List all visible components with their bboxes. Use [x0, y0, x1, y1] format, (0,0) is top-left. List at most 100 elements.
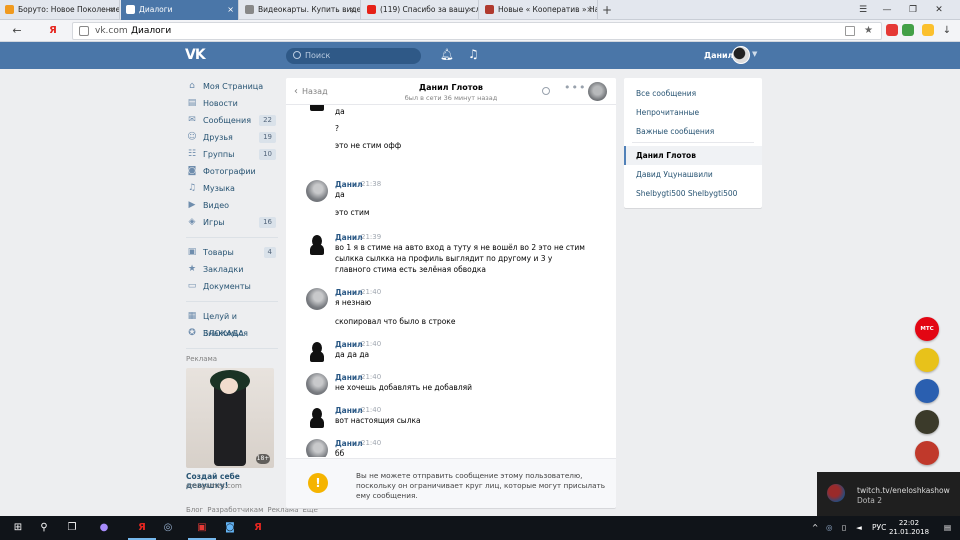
ad-title[interactable]: Создай себе девушку! — [186, 472, 278, 490]
sidebar-item[interactable]: ▣ Товары 4 — [186, 244, 278, 261]
message-avatar[interactable] — [306, 340, 328, 362]
sidebar-item[interactable]: ★ Закладки — [186, 261, 278, 278]
chat-avatar[interactable] — [588, 82, 607, 101]
message-avatar[interactable] — [306, 406, 328, 428]
tab-close-icon[interactable]: × — [349, 0, 356, 20]
ad-site[interactable]: creagames.com — [186, 482, 278, 492]
new-tab-button[interactable]: + — [600, 0, 614, 20]
browser-tab[interactable]: Видеокарты. Купить видео × — [240, 0, 361, 20]
bookmark-icon[interactable] — [845, 26, 855, 36]
tab-favicon-icon — [367, 5, 376, 14]
message-author[interactable]: Данил — [335, 233, 363, 242]
steam-icon[interactable]: ◎ — [160, 520, 176, 536]
yandex-browser-icon[interactable]: Я — [134, 520, 150, 536]
sidebar-item[interactable]: ☺ Друзья 19 — [186, 129, 278, 146]
message-author[interactable]: Данил — [335, 340, 363, 349]
music-note-icon[interactable]: ♫ — [468, 47, 479, 61]
dialog-filter-item[interactable]: Непрочитанные — [624, 103, 762, 122]
windows-start-icon[interactable]: ⊞ — [10, 520, 26, 536]
message-avatar[interactable] — [306, 439, 328, 457]
notification-popup[interactable]: twitch.tv/eneloshkashow Dota 2 — [817, 472, 960, 516]
yandex-icon[interactable]: Я — [250, 520, 266, 536]
system-clock[interactable]: 22:02 21.01.2018 — [884, 519, 934, 537]
task-view-icon[interactable]: ❐ — [64, 520, 80, 536]
tab-close-icon[interactable]: × — [227, 0, 234, 20]
floating-chat-avatar[interactable] — [915, 379, 939, 403]
message-author[interactable]: Данил — [335, 288, 363, 297]
header-user-name[interactable]: Данил — [704, 42, 734, 69]
sidebar-item[interactable]: ⌂ Моя Страница — [186, 78, 278, 95]
browser-tab[interactable]: Диалоги × — [121, 0, 239, 20]
floating-chat-avatar[interactable] — [915, 348, 939, 372]
divider — [186, 237, 278, 238]
floating-chat-avatar[interactable]: МТС — [915, 317, 939, 341]
search-icon[interactable]: ⚲ — [36, 520, 52, 536]
ad-image[interactable]: 18+ — [186, 368, 274, 468]
browser-tab[interactable]: Новые « Кооператив » Нап × — [480, 0, 598, 20]
dialog-filter-item[interactable]: Важные сообщения — [624, 122, 762, 141]
message-author[interactable]: Данил — [335, 406, 363, 415]
dialog-filter-item[interactable]: Данил Глотов — [624, 146, 762, 165]
sidebar-item[interactable]: ☷ Группы 10 — [186, 146, 278, 163]
tray-expand-icon[interactable]: ^ — [812, 516, 818, 540]
header-avatar[interactable] — [732, 46, 750, 64]
maximize-icon[interactable]: ❐ — [902, 0, 924, 20]
sidebar-item[interactable]: ◙ Фотографии — [186, 163, 278, 180]
sidebar-item[interactable]: ✉ Сообщения 22 — [186, 112, 278, 129]
browser-tab[interactable]: (119) Спасибо за вашу слу × — [362, 0, 479, 20]
download-icon[interactable]: ↓ — [938, 20, 956, 42]
tab-close-icon[interactable]: × — [108, 0, 115, 20]
close-icon[interactable]: ✕ — [928, 0, 950, 20]
message-author[interactable]: Данил — [335, 373, 363, 382]
more-icon[interactable]: ••• — [564, 81, 586, 94]
search-input[interactable]: Поиск — [286, 48, 421, 64]
message-author[interactable]: Данил — [335, 180, 363, 189]
search-icon[interactable] — [542, 87, 550, 95]
message-list[interactable]: что за ошибкада?это не стим оффДанил21:3… — [286, 105, 616, 457]
tab-close-icon[interactable]: × — [467, 0, 474, 20]
message-avatar[interactable] — [306, 233, 328, 255]
chevron-down-icon[interactable]: ▼ — [752, 50, 757, 58]
sidebar-item[interactable]: ▭ Документы — [186, 278, 278, 295]
app-icon[interactable]: ◙ — [222, 520, 238, 536]
sidebar-item[interactable]: ♫ Музыка — [186, 180, 278, 197]
sidebar-item[interactable]: ✪ БЛОКАДА — [186, 325, 278, 342]
extension-icon[interactable] — [922, 24, 934, 36]
bell-icon[interactable]: 🔔︎ — [440, 48, 454, 61]
back-arrow-icon[interactable]: ← — [8, 20, 26, 42]
floating-chat-avatar[interactable] — [915, 410, 939, 434]
message-avatar[interactable] — [306, 373, 328, 395]
floating-chat-avatar[interactable] — [915, 441, 939, 465]
sidebar-item[interactable]: ◈ Игры 16 — [186, 214, 278, 231]
message-author[interactable]: Данил — [335, 439, 363, 448]
steam-tray-icon[interactable]: ◎ — [826, 516, 833, 540]
message-avatar[interactable] — [306, 288, 328, 310]
dialog-filter-item[interactable]: Все сообщения — [624, 84, 762, 103]
extension-icon[interactable] — [886, 24, 898, 36]
message-text: сылкка сылкка на профиль выглядит по дру… — [335, 254, 553, 263]
message-avatar[interactable] — [306, 105, 328, 111]
volume-icon[interactable]: ◄ — [856, 516, 862, 540]
sidebar-item[interactable]: ▦ Целуй и Знакомься — [186, 308, 278, 339]
menu-icon[interactable]: ☰ — [852, 0, 874, 20]
dialog-filter-item[interactable]: Shelbygti500 Shelbygti500 — [624, 184, 762, 203]
notifications-icon[interactable]: ▤ — [944, 516, 951, 540]
message-avatar[interactable] — [306, 180, 328, 202]
cortana-icon[interactable]: ● — [96, 520, 112, 536]
tab-close-icon[interactable]: × — [586, 0, 593, 20]
footer-link[interactable]: Блог — [186, 506, 203, 514]
star-icon[interactable]: ★ — [864, 23, 873, 39]
extension-icon[interactable] — [902, 24, 914, 36]
yandex-icon[interactable]: Я — [44, 20, 62, 42]
app-icon[interactable]: ▣ — [194, 520, 210, 536]
footer-link[interactable]: Разработчикам — [207, 506, 263, 514]
vk-logo[interactable]: VK — [185, 47, 206, 63]
dialog-filter-item[interactable]: Давид Уцунашвили — [624, 165, 762, 184]
network-icon[interactable]: ▯ — [842, 516, 846, 540]
sidebar-item[interactable]: ▤ Новости — [186, 95, 278, 112]
sidebar-item[interactable]: ▶ Видео — [186, 197, 278, 214]
minimize-icon[interactable]: — — [876, 0, 898, 20]
url-input[interactable]: vk.com Диалоги ★ — [72, 22, 882, 40]
message-text: вот настоящия сылка — [335, 416, 421, 425]
browser-tab[interactable]: Боруто: Новое Поколение × — [0, 0, 120, 20]
